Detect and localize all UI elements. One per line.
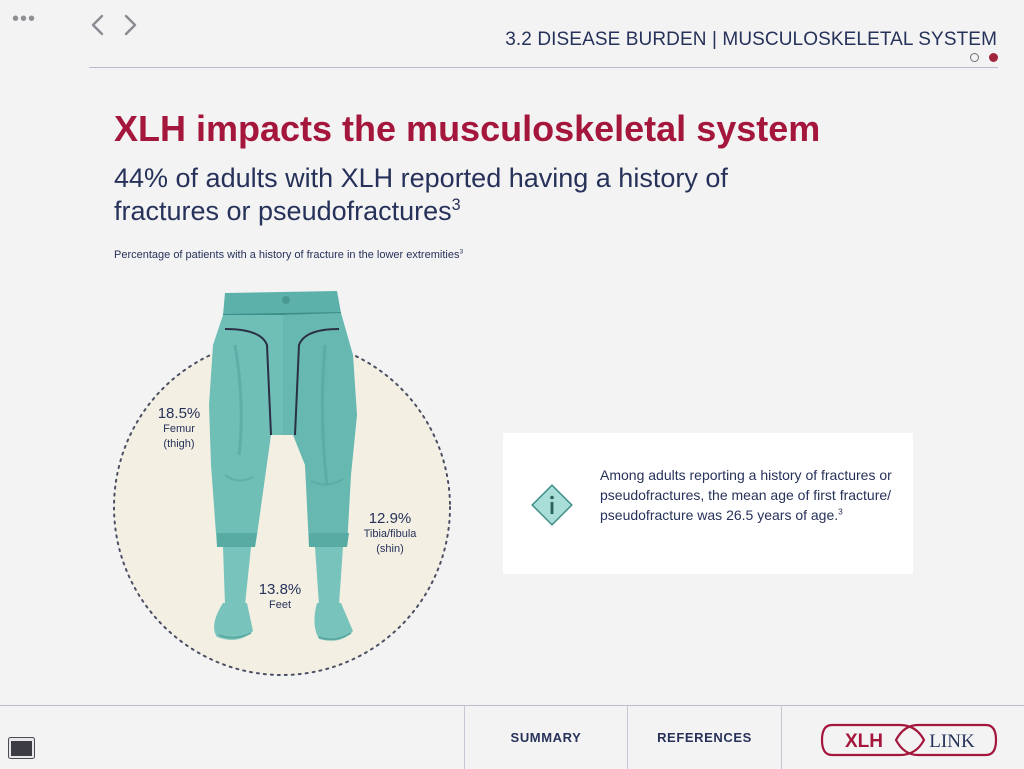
info-card: Among adults reporting a history of frac… <box>503 433 913 574</box>
tibia-fibula-percent: 12.9% <box>368 510 412 527</box>
page-title: XLH impacts the musculoskeletal system <box>114 108 821 149</box>
feet-label: 13.8% Feet <box>253 581 307 613</box>
feet-name: Feet <box>268 599 291 611</box>
femur-subname: (thigh) <box>163 438 195 450</box>
info-text-body: Among adults reporting a history of frac… <box>600 467 892 523</box>
section-title: 3.2 DISEASE BURDEN | MUSCULOSKELETAL SYS… <box>505 29 997 50</box>
pager <box>970 53 998 62</box>
chevron-right-icon[interactable] <box>119 12 141 38</box>
reference-marker: 3 <box>451 196 461 214</box>
logo-text-left: XLH <box>845 731 883 752</box>
info-text: Among adults reporting a history of frac… <box>600 465 900 525</box>
logo-text-right: LINK <box>929 731 975 752</box>
window-icon[interactable] <box>8 737 35 759</box>
more-dots-icon[interactable]: ••• <box>12 9 36 29</box>
reference-marker: 3 <box>838 506 843 517</box>
legs-illustration <box>113 291 451 676</box>
footer-separator <box>781 706 782 769</box>
feet-percent: 13.8% <box>258 581 302 598</box>
tibia-fibula-label: 12.9% Tibia/fibula (shin) <box>355 510 425 557</box>
xlh-link-logo[interactable]: XLH LINK <box>820 721 998 759</box>
info-icon <box>530 483 574 527</box>
references-button[interactable]: REFERENCES <box>628 706 781 769</box>
femur-name: Femur <box>163 423 195 435</box>
summary-button[interactable]: SUMMARY <box>465 706 627 769</box>
chevron-left-icon[interactable] <box>87 12 109 38</box>
pager-dot-active[interactable] <box>989 53 998 62</box>
caption-text: Percentage of patients with a history of… <box>114 249 460 261</box>
figure-caption: Percentage of patients with a history of… <box>114 249 463 261</box>
legs-figure: 18.5% Femur (thigh) 12.9% Tibia/fibula (… <box>105 285 455 685</box>
pager-dot[interactable] <box>970 53 979 62</box>
femur-percent: 18.5% <box>157 405 201 422</box>
page-subtitle: 44% of adults with XLH reported having a… <box>114 162 814 228</box>
header-divider <box>89 67 998 68</box>
reference-marker: 3 <box>459 248 464 256</box>
tibia-fibula-name: Tibia/fibula <box>363 528 417 540</box>
femur-label: 18.5% Femur (thigh) <box>149 405 209 452</box>
subtitle-text: 44% of adults with XLH reported having a… <box>114 163 728 226</box>
tibia-fibula-subname: (shin) <box>376 543 404 555</box>
